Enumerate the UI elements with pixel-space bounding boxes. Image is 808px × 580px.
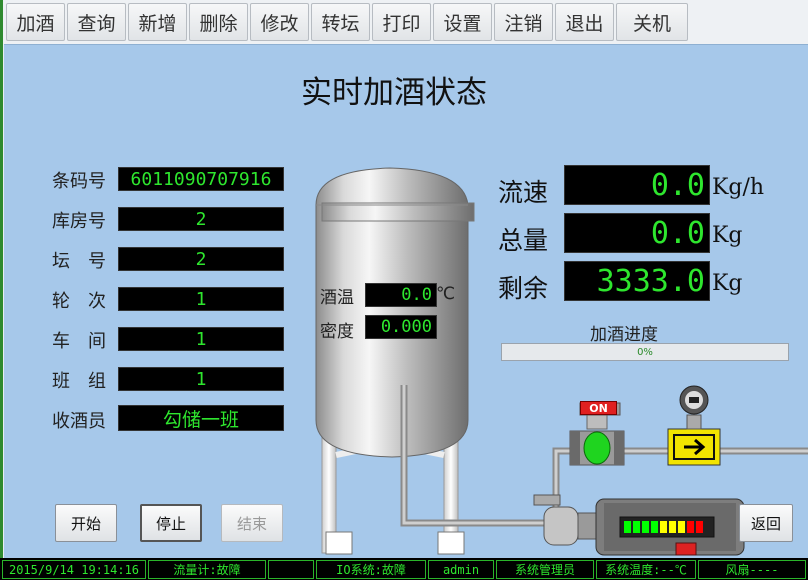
jar-value: 2 xyxy=(118,247,284,271)
status-fan: 风扇---- xyxy=(698,560,806,579)
stop-button[interactable]: 停止 xyxy=(140,504,202,542)
remaining-label: 剩余 xyxy=(498,274,549,303)
status-bar: 2015/9/14 19:14:16 流量计:故障 IO系统:故障 admin … xyxy=(0,558,808,580)
workshop-label: 车 间 xyxy=(52,331,106,352)
start-button[interactable]: 开始 xyxy=(55,504,117,542)
menu-logout[interactable]: 注销 xyxy=(494,3,553,41)
temp-label: 酒温 xyxy=(320,288,354,308)
window-edge xyxy=(0,0,3,580)
status-user: admin xyxy=(428,560,494,579)
density-label: 密度 xyxy=(320,322,354,342)
end-button[interactable]: 结束 xyxy=(221,504,283,542)
warehouse-label: 库房号 xyxy=(52,211,106,232)
progress-bar: 0% xyxy=(501,343,789,361)
page-title: 实时加酒状态 xyxy=(301,75,487,111)
back-button[interactable]: 返回 xyxy=(739,504,793,542)
progress-text: 0% xyxy=(637,346,653,358)
status-sys-temp: 系统温度:--℃ xyxy=(596,560,696,579)
menu-new[interactable]: 新增 xyxy=(128,3,187,41)
temp-value: 0.0 xyxy=(365,283,437,307)
flow-rate-label: 流速 xyxy=(498,178,549,207)
density-value: 0.000 xyxy=(365,315,437,339)
status-empty-cell xyxy=(268,560,314,579)
warehouse-value: 2 xyxy=(118,207,284,231)
team-label: 班 组 xyxy=(52,371,106,392)
menu-exit[interactable]: 退出 xyxy=(555,3,614,41)
round-value: 1 xyxy=(118,287,284,311)
flow-rate-value: 0.0 xyxy=(564,165,710,205)
menu-add-liquor[interactable]: 加酒 xyxy=(6,3,65,41)
valve-on-indicator[interactable]: ON xyxy=(580,401,617,415)
remaining-unit: Kg xyxy=(712,271,743,296)
menu-transfer[interactable]: 转坛 xyxy=(311,3,370,41)
main-panel: 实时加酒状态 条码号 6011090707916 库房号 2 坛 号 2 轮 次… xyxy=(4,44,808,558)
total-unit: Kg xyxy=(712,223,743,248)
barcode-label: 条码号 xyxy=(52,171,106,192)
round-label: 轮 次 xyxy=(52,291,106,312)
temp-unit: ℃ xyxy=(436,284,456,304)
menu-shutdown[interactable]: 关机 xyxy=(616,3,688,41)
progress-label: 加酒进度 xyxy=(590,325,658,345)
status-role: 系统管理员 xyxy=(496,560,594,579)
menu-bar: 加酒 查询 新增 删除 修改 转坛 打印 设置 注销 退出 关机 xyxy=(0,0,808,580)
status-io: IO系统:故障 xyxy=(316,560,426,579)
menu-settings[interactable]: 设置 xyxy=(433,3,492,41)
jar-label: 坛 号 xyxy=(52,251,106,272)
status-datetime: 2015/9/14 19:14:16 xyxy=(2,560,146,579)
status-flowmeter: 流量计:故障 xyxy=(148,560,266,579)
remaining-value: 3333.0 xyxy=(564,261,710,301)
menu-delete[interactable]: 删除 xyxy=(189,3,248,41)
workshop-value: 1 xyxy=(118,327,284,351)
menu-modify[interactable]: 修改 xyxy=(250,3,309,41)
flow-rate-unit: Kg/h xyxy=(712,175,765,200)
receiver-value: 勾储一班 xyxy=(118,405,284,431)
barcode-value: 6011090707916 xyxy=(118,167,284,191)
total-value: 0.0 xyxy=(564,213,710,253)
receiver-label: 收酒员 xyxy=(52,411,106,432)
team-value: 1 xyxy=(118,367,284,391)
total-label: 总量 xyxy=(498,226,549,255)
menu-print[interactable]: 打印 xyxy=(372,3,431,41)
menu-query[interactable]: 查询 xyxy=(67,3,126,41)
